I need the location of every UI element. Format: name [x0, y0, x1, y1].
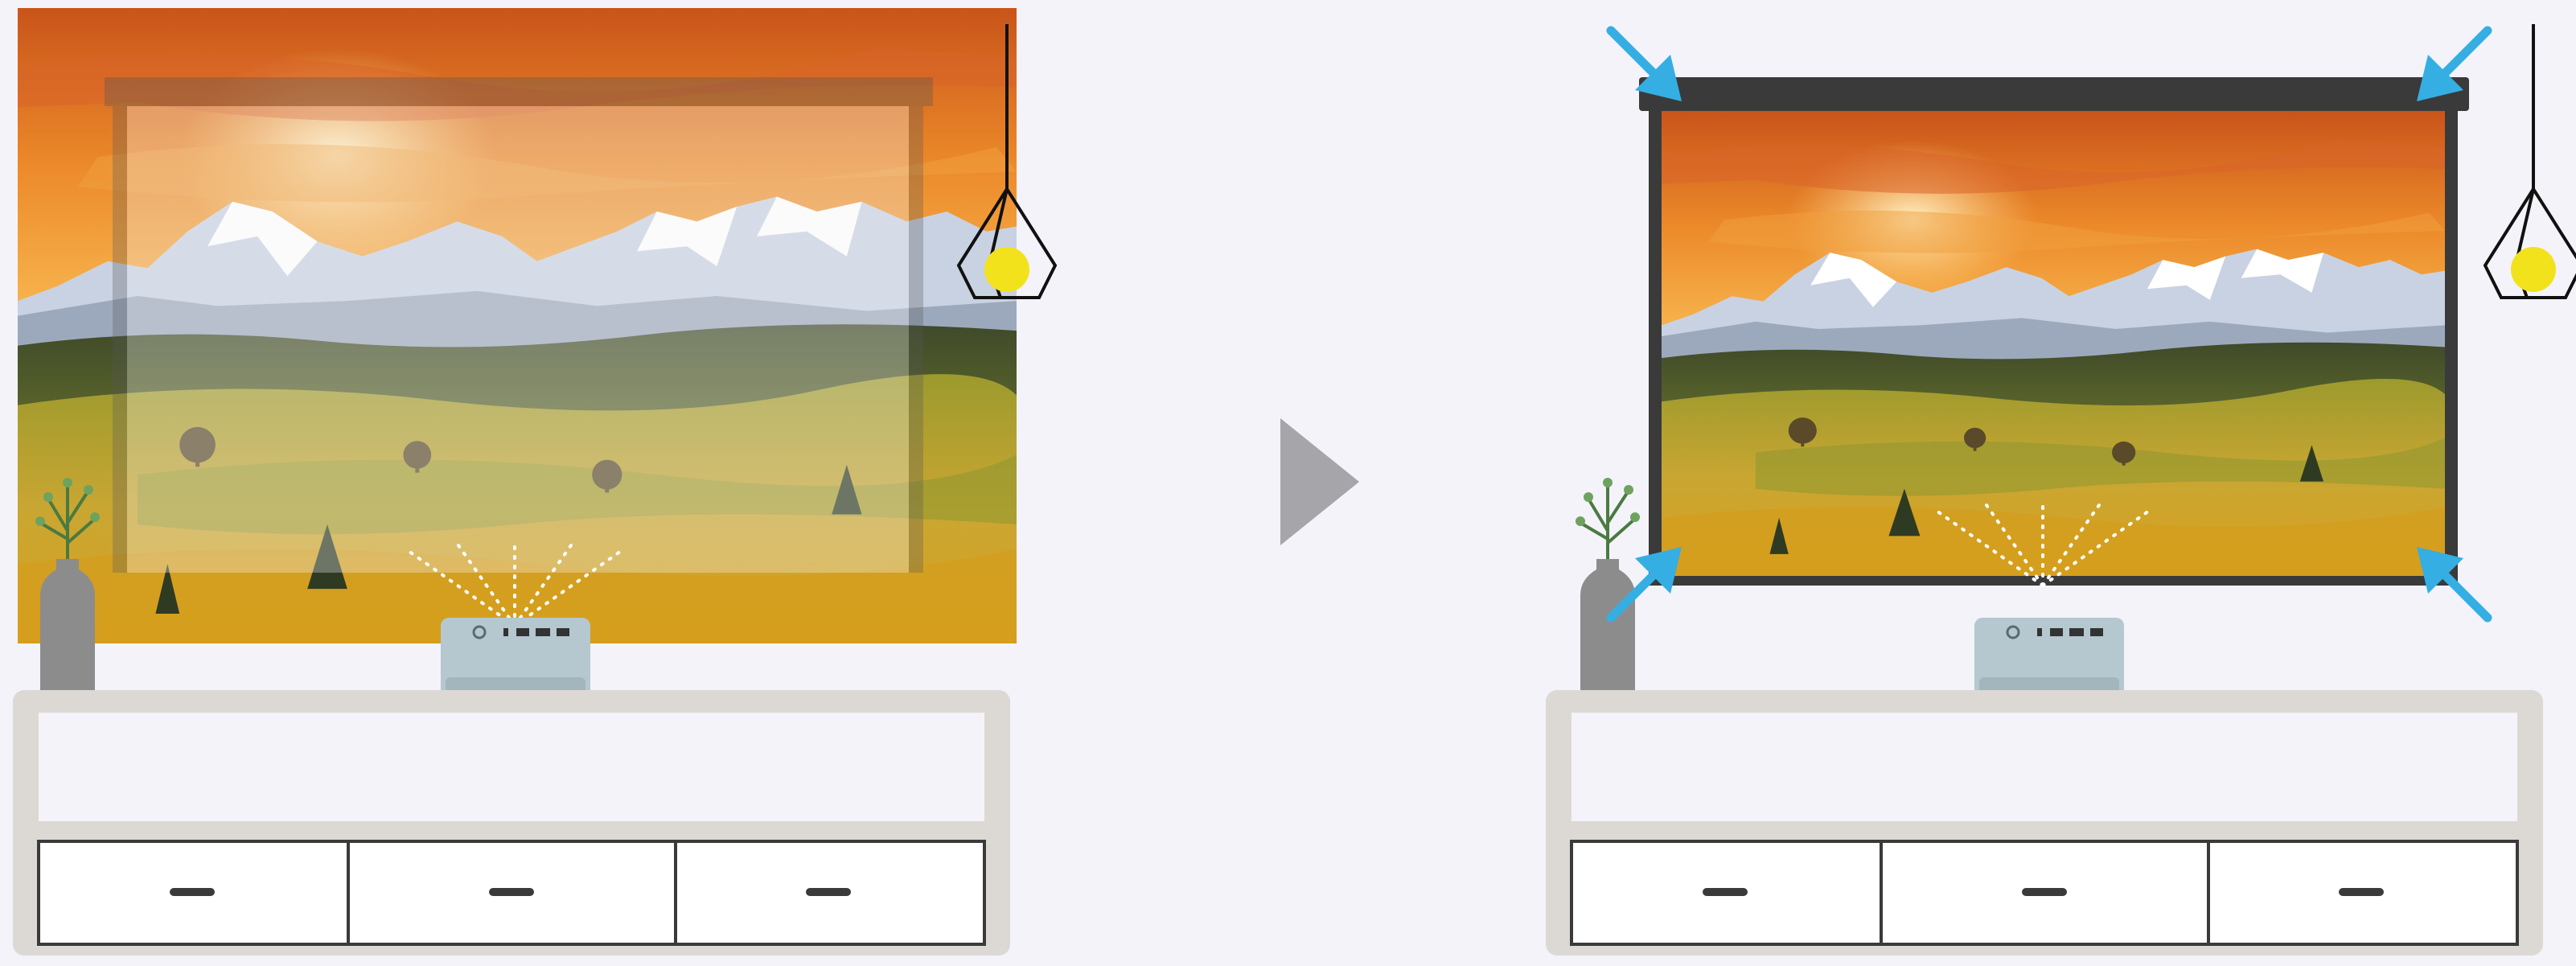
pendant-lamp-icon	[2484, 23, 2576, 299]
projector-icon	[1973, 616, 2126, 703]
after-panel	[1544, 23, 2576, 957]
screen-left-edge	[113, 106, 127, 573]
tv-cabinet	[11, 689, 1012, 957]
inward-arrow-icon	[2417, 547, 2488, 618]
screen-right-edge	[909, 106, 923, 573]
projector-icon	[439, 616, 592, 703]
before-panel	[11, 8, 1057, 957]
keystone-correction-illustration	[11, 8, 2576, 957]
projected-image-fitted	[1662, 111, 2445, 576]
inward-arrow-icon	[1611, 31, 1682, 101]
play-triangle-icon	[1280, 418, 1359, 545]
vase-icon	[1574, 476, 1641, 697]
screen-top-bar	[105, 77, 933, 106]
screen-surface	[127, 106, 909, 573]
inward-arrow-icon	[2417, 31, 2488, 101]
tv-cabinet	[1544, 689, 2545, 957]
